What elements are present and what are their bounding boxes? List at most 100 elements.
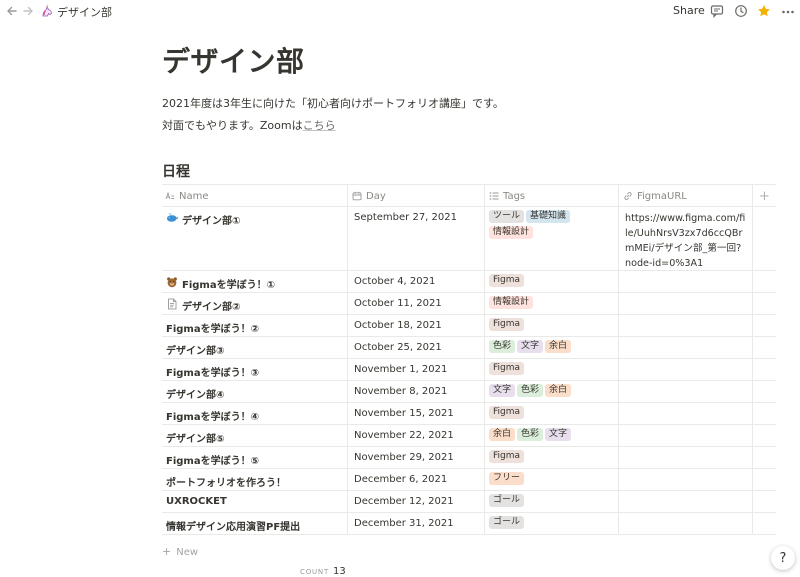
share-button[interactable]: Share [673, 4, 705, 17]
row-title[interactable]: Figmaを学ぼう！④ [166, 408, 259, 423]
more-icon[interactable] [781, 4, 795, 18]
cell-tags[interactable]: ゴール [484, 491, 618, 512]
cell-empty [752, 315, 776, 336]
header-name[interactable]: Name [162, 185, 347, 207]
cell-empty [752, 271, 776, 292]
table-row[interactable]: Figmaを学ぼう！② October 18, 2021 Figma [162, 315, 776, 337]
row-title[interactable]: ポートフォリオを作ろう！ [166, 474, 286, 489]
table-row[interactable]: デザイン部④ November 8, 2021 文字 色彩 余白 [162, 381, 776, 403]
cell-figma-url[interactable] [618, 469, 752, 490]
clock-icon[interactable] [734, 3, 748, 17]
table-row[interactable]: デザイン部⑤ November 22, 2021 余白 色彩 文字 [162, 425, 776, 447]
arrow-left-icon[interactable] [5, 3, 19, 17]
cell-figma-url[interactable] [618, 271, 752, 292]
cell-figma-url[interactable]: https://www.figma.com/file/UuhNrsV3zx7d6… [618, 207, 752, 270]
cell-day[interactable]: November 1, 2021 [347, 359, 484, 380]
new-row-button[interactable]: + New [162, 545, 198, 558]
add-property-button[interactable]: + [752, 185, 776, 207]
cell-name[interactable]: Figmaを学ぼう！⑤ [162, 447, 347, 468]
cell-tags[interactable]: 情報設計 [484, 293, 618, 314]
row-title[interactable]: デザイン部③ [166, 342, 224, 357]
cell-day[interactable]: December 6, 2021 [347, 469, 484, 490]
cell-name[interactable]: Figmaを学ぼう！③ [162, 359, 347, 380]
cell-day[interactable]: November 8, 2021 [347, 381, 484, 402]
row-title[interactable]: Figmaを学ぼう！⑤ [166, 452, 259, 467]
header-tags[interactable]: Tags [484, 185, 618, 207]
cell-tags[interactable]: ツール 基礎知識情報設計 [484, 207, 618, 270]
cell-tags[interactable]: Figma [484, 315, 618, 336]
row-title[interactable]: 情報デザイン応用演習PF提出 [166, 518, 300, 533]
cell-day[interactable]: October 18, 2021 [347, 315, 484, 336]
cell-name[interactable]: 情報デザイン応用演習PF提出 [162, 513, 347, 534]
cell-name[interactable]: UXROCKET [162, 491, 347, 512]
cell-figma-url[interactable] [618, 315, 752, 336]
cell-figma-url[interactable] [618, 425, 752, 446]
cell-name[interactable]: デザイン部② [162, 293, 347, 314]
row-title[interactable]: Figmaを学ぼう！② [166, 320, 259, 335]
cell-name[interactable]: Figmaを学ぼう！① [162, 271, 347, 292]
cell-figma-url[interactable] [618, 337, 752, 358]
comment-icon[interactable] [710, 3, 724, 18]
cell-name[interactable]: ポートフォリオを作ろう！ [162, 469, 347, 490]
table-body: デザイン部① September 27, 2021 ツール 基礎知識情報設計 https… [162, 207, 776, 535]
cell-day[interactable]: November 15, 2021 [347, 403, 484, 424]
row-title[interactable]: UXROCKET [166, 496, 227, 507]
cell-tags[interactable]: 色彩 文字 余白 [484, 337, 618, 358]
row-title[interactable]: Figmaを学ぼう！① [182, 276, 275, 291]
cell-name[interactable]: デザイン部④ [162, 381, 347, 402]
table-row[interactable]: デザイン部① September 27, 2021 ツール 基礎知識情報設計 https… [162, 207, 776, 271]
cell-name[interactable]: デザイン部⑤ [162, 425, 347, 446]
tag-badge: 文字 [517, 340, 544, 353]
help-button[interactable]: ? [771, 546, 795, 570]
star-icon[interactable] [757, 3, 771, 17]
cell-tags[interactable]: 文字 色彩 余白 [484, 381, 618, 402]
cell-tags[interactable]: Figma [484, 447, 618, 468]
cell-figma-url[interactable] [618, 403, 752, 424]
cell-day[interactable]: October 25, 2021 [347, 337, 484, 358]
cell-name[interactable]: デザイン部③ [162, 337, 347, 358]
cell-tags[interactable]: Figma [484, 271, 618, 292]
zoom-link[interactable]: こちら [303, 119, 336, 132]
cell-day[interactable]: October 4, 2021 [347, 271, 484, 292]
table-row[interactable]: Figmaを学ぼう！④ November 15, 2021 Figma [162, 403, 776, 425]
cell-figma-url[interactable] [618, 381, 752, 402]
header-figma-url[interactable]: FigmaURL [618, 185, 752, 207]
row-title[interactable]: デザイン部⑤ [166, 430, 224, 445]
table-row[interactable]: Figmaを学ぼう！① October 4, 2021 Figma [162, 271, 776, 293]
cell-figma-url[interactable] [618, 513, 752, 534]
header-day[interactable]: Day [347, 185, 484, 207]
cell-figma-url[interactable] [618, 491, 752, 512]
page-title: デザイン部 [162, 45, 305, 78]
row-title[interactable]: デザイン部① [182, 212, 240, 227]
table-row[interactable]: デザイン部③ October 25, 2021 色彩 文字 余白 [162, 337, 776, 359]
cell-name[interactable]: Figmaを学ぼう！④ [162, 403, 347, 424]
cell-figma-url[interactable] [618, 293, 752, 314]
row-title[interactable]: Figmaを学ぼう！③ [166, 364, 259, 379]
cell-day[interactable]: December 31, 2021 [347, 513, 484, 534]
cell-day[interactable]: September 27, 2021 [347, 207, 484, 270]
cell-day[interactable]: December 12, 2021 [347, 491, 484, 512]
cell-tags[interactable]: ゴール [484, 513, 618, 534]
table-row[interactable]: デザイン部② October 11, 2021 情報設計 [162, 293, 776, 315]
cell-name[interactable]: Figmaを学ぼう！② [162, 315, 347, 336]
cell-tags[interactable]: Figma [484, 403, 618, 424]
table-row[interactable]: Figmaを学ぼう！③ November 1, 2021 Figma [162, 359, 776, 381]
cell-day[interactable]: October 11, 2021 [347, 293, 484, 314]
cell-figma-url[interactable] [618, 359, 752, 380]
cell-figma-url[interactable] [618, 447, 752, 468]
breadcrumb-page-title[interactable]: デザイン部 [57, 4, 112, 20]
table-row[interactable]: ポートフォリオを作ろう！ December 6, 2021 フリー [162, 469, 776, 491]
cell-day[interactable]: November 22, 2021 [347, 425, 484, 446]
cell-day[interactable]: November 29, 2021 [347, 447, 484, 468]
cell-tags[interactable]: 余白 色彩 文字 [484, 425, 618, 446]
calendar-property-icon [352, 191, 362, 201]
cell-tags[interactable]: フリー [484, 469, 618, 490]
table-row[interactable]: 情報デザイン応用演習PF提出 December 31, 2021 ゴール [162, 513, 776, 535]
cell-tags[interactable]: Figma [484, 359, 618, 380]
row-title[interactable]: デザイン部② [182, 298, 240, 313]
cell-name[interactable]: デザイン部① [162, 207, 347, 270]
table-row[interactable]: Figmaを学ぼう！⑤ November 29, 2021 Figma [162, 447, 776, 469]
arrow-right-icon[interactable] [21, 3, 35, 17]
row-title[interactable]: デザイン部④ [166, 386, 224, 401]
table-row[interactable]: UXROCKET December 12, 2021 ゴール [162, 491, 776, 513]
